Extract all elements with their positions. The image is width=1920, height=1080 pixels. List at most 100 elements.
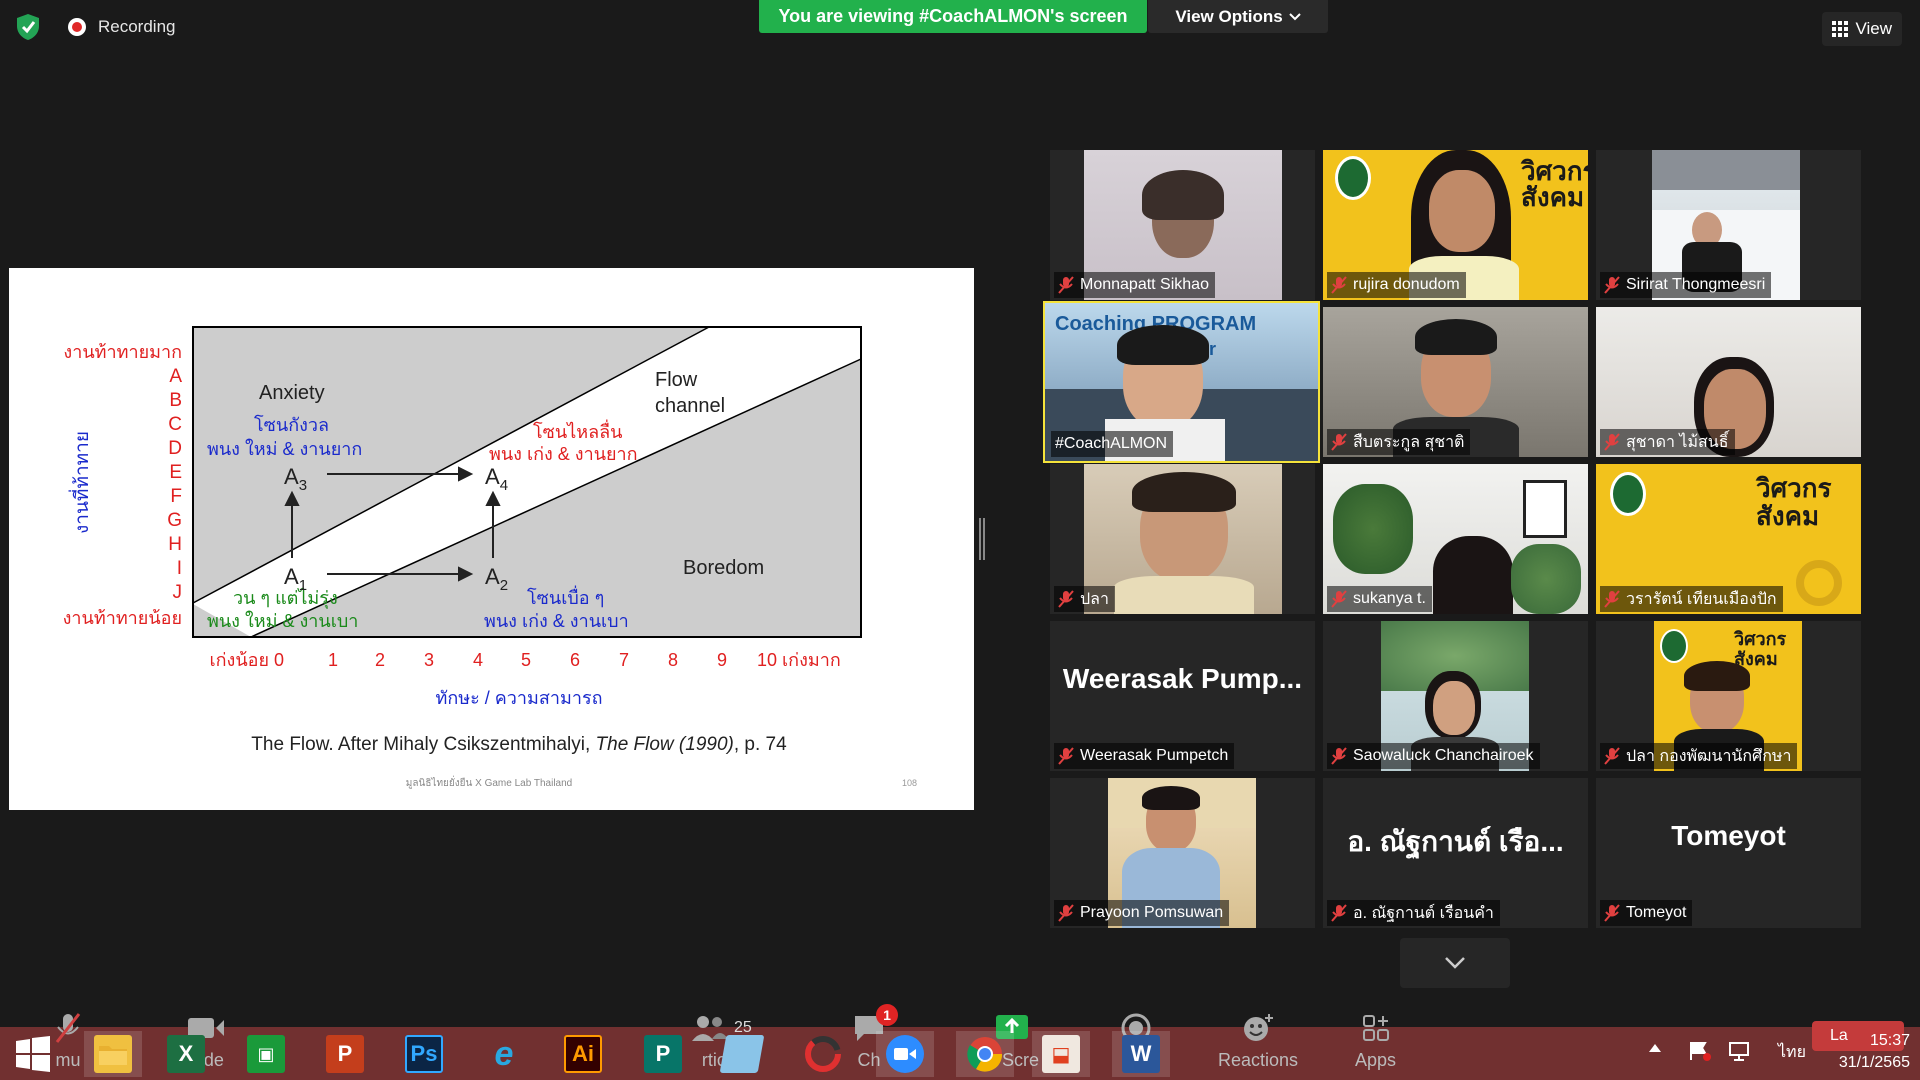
mic-muted-icon [1331,590,1347,608]
taskbar-powerpoint[interactable]: P [322,1031,368,1077]
svg-text:10 เก่งมาก: 10 เก่งมาก [757,650,841,670]
video-tile[interactable]: Tomeyot Tomeyot [1596,778,1861,928]
recording-indicator[interactable]: Recording [68,17,176,37]
video-tile[interactable]: อ. ณัฐกานต์ เรือ... อ. ณัฐกานต์ เรือนคำ [1323,778,1588,928]
zoom-icon [886,1035,924,1073]
taskbar-photoshop[interactable]: Ps [401,1031,447,1077]
reactions-label: Reactions [1218,1050,1299,1070]
participant-display-name: อ. ณัฐกานต์ เรือ... [1347,826,1564,857]
left-label: F [170,486,182,507]
powerpoint-icon: P [326,1035,364,1073]
participant-display-name: Weerasak Pump... [1062,663,1303,694]
participant-name: ปลา [1080,590,1109,608]
bored-th-label: โซนเบื่อ ๆ [527,585,604,608]
video-tile[interactable]: วิศวกร สังคม rujira donudom [1323,150,1588,300]
taskbar-photoscape[interactable] [800,1031,846,1077]
left-label-high: งานท้าทายมาก [63,342,182,362]
participant-name: อ. ณัฐกานต์ เรือนคำ [1353,904,1494,922]
participant-name: #CoachALMON [1055,435,1168,452]
participant-name: สุชาดา ไม้สนธิ์ [1626,433,1729,451]
view-button[interactable]: View [1822,12,1902,46]
flow-label: Flow [655,369,698,391]
chevron-down-icon [1288,12,1301,20]
taskbar-internet-explorer[interactable]: e [481,1031,527,1077]
tray-overflow-chevron[interactable] [1648,1040,1662,1058]
video-tile-active-speaker[interactable]: Coaching PROGRAM turer #CoachALMON [1043,301,1320,463]
video-tile[interactable]: ปลา [1050,464,1315,614]
split-view-handle[interactable] [979,518,985,560]
windows-start-button[interactable] [10,1031,56,1077]
taskbar-store[interactable]: ▣ [243,1031,289,1077]
mic-muted-icon [1058,276,1074,294]
video-tile[interactable]: สืบตระกูล สุชาติ [1323,307,1588,457]
taskbar-excel[interactable]: X [163,1031,209,1077]
participant-name: Weerasak Pumpetch [1080,747,1229,764]
flow-th-sub: พนง เก่ง & งานยาก [489,444,638,464]
poster-text: วิศวกร สังคม [1756,473,1832,531]
taskbar-illustrator[interactable]: Ai [560,1031,606,1077]
clock-time: 15:37 [1869,1032,1910,1049]
view-label: View [1855,19,1892,38]
channel-label: channel [655,395,725,417]
gallery-next-page-button[interactable] [1400,938,1510,988]
a1-th-sub: พนง ใหม่ & งานเบา [207,610,358,631]
left-label: I [177,558,182,579]
participant-name: rujira donudom [1353,276,1460,293]
taskbar-chrome[interactable] [956,1031,1014,1077]
apps-icon [1362,1015,1389,1041]
video-tile[interactable]: Sirirat Thongmeesri [1596,150,1861,300]
tray-action-center-flag[interactable] [1688,1040,1712,1067]
slide-footer: มูลนิธิไทยยั่งยืน X Game Lab Thailand [406,775,572,789]
publisher-icon: P [644,1035,682,1073]
left-label-low: งานท้าทายน้อย [63,608,182,628]
taskbar-clock[interactable]: 15:37 31/1/2565 [1839,1030,1910,1074]
participant-name-bar: sukanya t. [1327,586,1432,612]
video-tile[interactable]: Prayoon Pomsuwan [1050,778,1315,928]
language-indicator[interactable]: ไทย [1778,1040,1806,1065]
participant-name-bar: อ. ณัฐกานต์ เรือนคำ [1327,900,1500,926]
view-options-button[interactable]: View Options [1148,0,1328,33]
video-tile[interactable]: sukanya t. [1323,464,1588,614]
control-label: mu [55,1050,81,1070]
mute-control[interactable]: mu [55,1010,81,1071]
reactions-control[interactable]: Reactions [1218,1010,1298,1071]
mic-muted-icon [1058,590,1074,608]
participant-name: Sirirat Thongmeesri [1626,276,1766,293]
taskbar-file-explorer[interactable] [84,1031,142,1077]
participant-name-bar: #CoachALMON [1051,431,1174,457]
video-tile[interactable]: วิศวกร สังคม วรารัตน์ เทียนเมืองปัก [1596,464,1861,614]
participant-name-bar: Prayoon Pomsuwan [1054,900,1230,926]
video-tile[interactable]: วิศวกร สังคม ปลา กองพัฒนานักศึกษา [1596,621,1861,771]
chevron-down-icon [1445,957,1465,969]
mic-muted-icon [1058,904,1074,922]
reactions-smile-icon [1244,1014,1274,1041]
participant-name: สืบตระกูล สุชาติ [1353,433,1465,451]
chevron-up-icon [1649,1044,1661,1052]
taskbar-notepad[interactable] [719,1031,765,1077]
left-label: B [169,390,182,411]
svg-text:7: 7 [619,650,629,670]
video-tile[interactable]: Weerasak Pump... Weerasak Pumpetch [1050,621,1315,771]
taskbar-publisher[interactable]: P [640,1031,686,1077]
illustrator-icon: Ai [564,1035,602,1073]
video-tile[interactable]: Monnapatt Sikhao [1050,150,1315,300]
participant-name-bar: Weerasak Pumpetch [1054,743,1235,769]
taskbar-zoom[interactable] [876,1031,934,1077]
participant-name-bar: ปลา กองพัฒนานักศึกษา [1600,743,1798,769]
svg-text:1: 1 [328,650,338,670]
encryption-shield-icon[interactable] [14,12,42,42]
zoom-meeting-window: { "top": { "recording_label": "Recording… [0,0,1920,1080]
taskbar-word[interactable]: W [1112,1031,1170,1077]
excel-icon: X [167,1035,205,1073]
x-axis-label: ทักษะ / ความสามารถ [435,688,602,708]
video-tile[interactable]: สุชาดา ไม้สนธิ์ [1596,307,1861,457]
chrome-icon [967,1037,1003,1072]
apps-control[interactable]: Apps [1355,1010,1396,1071]
taskbar-paint[interactable]: ⬓ [1032,1031,1090,1077]
slide-page-number: 108 [902,778,917,788]
mic-muted-icon [1331,276,1347,294]
participant-name: Saowaluck Chanchairoek [1353,747,1534,764]
video-tile[interactable]: Saowaluck Chanchairoek [1323,621,1588,771]
tray-network[interactable] [1728,1040,1752,1067]
mic-muted-icon [1604,904,1620,922]
